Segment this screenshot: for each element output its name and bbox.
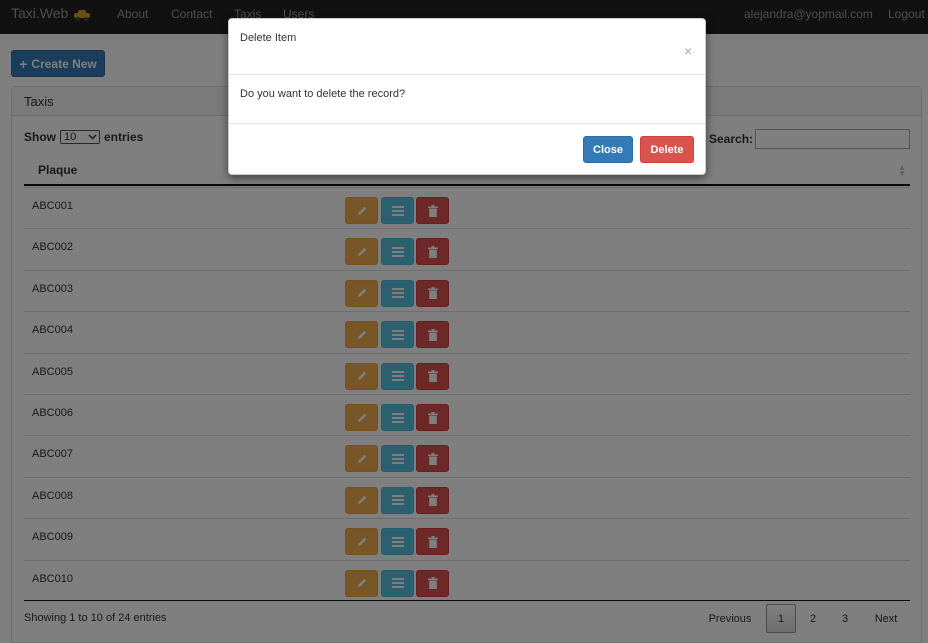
modal-title: Delete Item [240,32,297,44]
modal-message: Do you want to delete the record? [240,88,406,100]
modal-close-button[interactable]: Close [583,136,633,163]
delete-modal: Delete Item × Do you want to delete the … [228,18,706,175]
modal-delete-button[interactable]: Delete [640,136,694,163]
modal-footer-divider [229,123,705,124]
modal-header-divider [229,74,705,75]
close-icon[interactable]: × [684,43,692,59]
